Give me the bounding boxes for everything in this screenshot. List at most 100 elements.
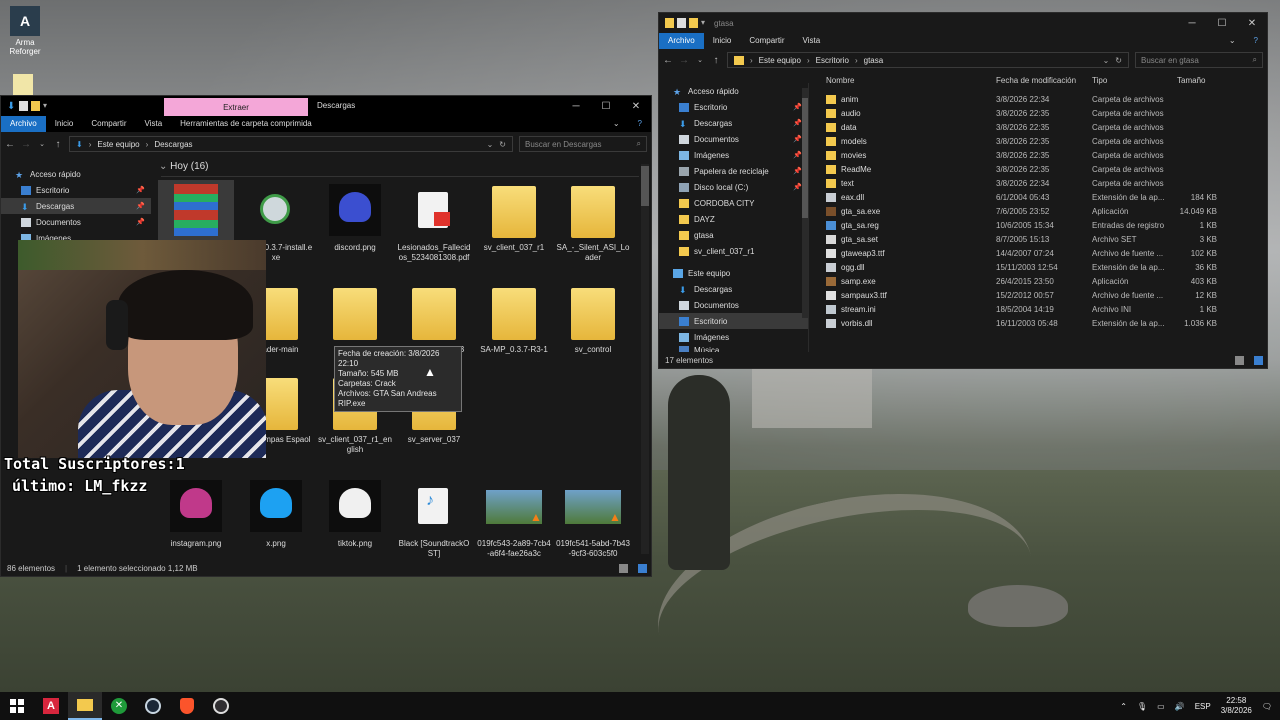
xbox-icon[interactable]: ✕ [102, 692, 136, 720]
download-item[interactable]: GTA SA [317, 282, 393, 355]
nav-pc-imagenes[interactable]: Imágenes [659, 329, 808, 345]
arma-icon[interactable]: A [34, 692, 68, 720]
download-item[interactable]: ♪ Black [SoundtrackOST] [396, 476, 472, 559]
download-item[interactable]: sv_client_037_r1 [476, 180, 552, 253]
nav-documentos[interactable]: Documentos 📌 [659, 131, 808, 147]
nav-descargas[interactable]: ⬇ Descargas 📌 [1, 198, 151, 214]
download-item[interactable]: SA-MP_0.3.7-R3-1 [476, 282, 552, 355]
file-row[interactable]: sampaux3.ttf 15/2/2012 00:57 Archivo de fu… [820, 288, 1220, 302]
up-arrow-icon[interactable]: ↑ [711, 55, 721, 66]
large-icons-view-icon[interactable] [638, 563, 647, 573]
nav-sv-client[interactable]: sv_client_037_r1 [659, 243, 808, 259]
search-input[interactable]: Buscar en gtasa ⌕ [1135, 52, 1263, 68]
clock[interactable]: 22:58 3/8/2026 [1221, 696, 1252, 716]
new-folder-icon[interactable] [689, 18, 698, 28]
chevron-up-icon[interactable]: ⌃ [1120, 702, 1127, 711]
recent-dropdown-icon[interactable]: ⌄ [695, 56, 705, 64]
breadcrumb-gtasa[interactable]: gtasa [864, 56, 884, 65]
windows-icon[interactable] [0, 692, 34, 720]
tab-compartir[interactable]: Compartir [740, 33, 793, 49]
nav-pc-documentos[interactable]: Documentos [659, 297, 808, 313]
file-row[interactable]: ReadMe 3/8/2026 22:35 Carpeta de archivos [820, 162, 1220, 176]
properties-icon[interactable] [19, 101, 28, 111]
nav-gtasa[interactable]: gtasa [659, 227, 808, 243]
customize-icon[interactable]: ▾ [43, 101, 49, 111]
file-row[interactable]: text 3/8/2026 22:34 Carpeta de archivos [820, 176, 1220, 190]
tab-inicio[interactable]: Inicio [704, 33, 741, 49]
breadcrumb-escritorio[interactable]: Escritorio [816, 56, 849, 65]
nav-disco-local[interactable]: Disco local (C:) 📌 [659, 179, 808, 195]
file-row[interactable]: models 3/8/2026 22:35 Carpeta de archivos [820, 134, 1220, 148]
minimize-button[interactable]: ─ [1177, 13, 1207, 33]
download-item[interactable]: ▲ 019fc543-2a89-7cb4-a6f4-fae26a3c [476, 476, 552, 559]
nav-documentos[interactable]: Documentos 📌 [1, 214, 151, 230]
recent-dropdown-icon[interactable]: ⌄ [37, 140, 47, 148]
nav-pc-descargas[interactable]: ⬇ Descargas [659, 281, 808, 297]
download-item[interactable]: discord.png [317, 180, 393, 253]
customize-icon[interactable]: ▾ [701, 18, 707, 28]
tab-inicio[interactable]: Inicio [46, 116, 83, 132]
download-item[interactable]: Lesionados_Fallecidos_5234081308.pdf [396, 180, 472, 263]
tab-compartir[interactable]: Compartir [82, 116, 135, 132]
download-item[interactable]: x.png [238, 476, 314, 549]
group-header[interactable]: ⌄ Hoy (16) [159, 161, 209, 172]
nav-scrollbar[interactable] [802, 88, 808, 318]
steam-icon[interactable] [136, 692, 170, 720]
nav-cordoba-city[interactable]: CORDOBA CITY [659, 195, 808, 211]
volume-icon[interactable]: 🔊 [1175, 702, 1185, 711]
back-arrow-icon[interactable]: ← [5, 139, 15, 150]
microphone-icon[interactable]: 🎙 [1137, 702, 1147, 711]
refresh-icon[interactable]: ↻ [1115, 56, 1122, 65]
ribbon-expand-icon[interactable]: ⌄ [1220, 33, 1245, 49]
nav-escritorio[interactable]: Escritorio 📌 [1, 182, 151, 198]
nav-papelera[interactable]: Papelera de reciclaje 📌 [659, 163, 808, 179]
obs-icon[interactable] [204, 692, 238, 720]
download-item[interactable] [158, 180, 234, 243]
breadcrumb-este-equipo[interactable]: Este equipo [759, 56, 801, 65]
nav-este-equipo[interactable]: Este equipo [659, 265, 808, 281]
nav-imagenes[interactable]: Imágenes 📌 [659, 147, 808, 163]
file-row[interactable]: gta_sa.set 8/7/2005 15:13 Archivo SET 3 KB [820, 232, 1220, 246]
nav-dayz[interactable]: DAYZ [659, 211, 808, 227]
large-icons-view-icon[interactable] [1254, 355, 1263, 365]
file-row[interactable]: gta_sa.reg 10/6/2005 15:34 Entradas de reg… [820, 218, 1220, 232]
nav-pc-escritorio[interactable]: Escritorio [659, 313, 808, 329]
scrollbar-thumb[interactable] [641, 166, 649, 206]
file-row[interactable]: eax.dll 6/1/2004 05:43 Extensión de la ap.… [820, 190, 1220, 204]
download-item[interactable]: sv_control [555, 282, 631, 355]
download-item[interactable]: instagram.png [158, 476, 234, 549]
search-input[interactable]: Buscar en Descargas ⌕ [519, 136, 647, 152]
download-item[interactable]: ▲ 019fc541-5abd-7b43-9cf3-603c5f0 [555, 476, 631, 559]
file-row[interactable]: gta_sa.exe 7/6/2005 23:52 Aplicación 14.049… [820, 204, 1220, 218]
nav-acceso-rapido[interactable]: ★ Acceso rápido [1, 166, 151, 182]
column-tamano[interactable]: Tamaño [1177, 76, 1217, 85]
help-icon[interactable]: ? [1245, 33, 1267, 49]
minimize-button[interactable]: ─ [561, 96, 591, 116]
network-icon[interactable]: ▭ [1157, 702, 1165, 711]
new-folder-icon[interactable] [31, 101, 40, 111]
contextual-tab-extraer[interactable]: Extraer [164, 98, 308, 116]
maximize-button[interactable]: ☐ [1207, 13, 1237, 33]
refresh-icon[interactable]: ↻ [499, 140, 506, 149]
tab-herramientas[interactable]: Herramientas de carpeta comprimida [171, 116, 321, 132]
file-explorer-icon[interactable] [68, 692, 102, 720]
address-bar[interactable]: › Este equipo › Escritorio › gtasa ⌄ ↻ [727, 52, 1129, 68]
file-row[interactable]: anim 3/8/2026 22:34 Carpeta de archivos [820, 92, 1220, 106]
close-button[interactable]: ✕ [621, 96, 651, 116]
file-row[interactable]: samp.exe 26/4/2015 23:50 Aplicación 403 KB [820, 274, 1220, 288]
file-row[interactable]: movies 3/8/2026 22:35 Carpeta de archivos [820, 148, 1220, 162]
nav-descargas[interactable]: ⬇ Descargas 📌 [659, 115, 808, 131]
download-item[interactable]: SA_-_Silent_ASI_Loader [555, 180, 631, 263]
file-row[interactable]: data 3/8/2026 22:35 Carpeta de archivos [820, 120, 1220, 134]
nav-escritorio[interactable]: Escritorio 📌 [659, 99, 808, 115]
address-dropdown-icon[interactable]: ⌄ [487, 140, 494, 149]
file-row[interactable]: stream.ini 18/5/2004 14:19 Archivo INI 1 KB [820, 302, 1220, 316]
notifications-icon[interactable]: 🗨 [1262, 702, 1272, 711]
file-row[interactable]: audio 3/8/2026 22:35 Carpeta de archivos [820, 106, 1220, 120]
details-view-icon[interactable] [1235, 355, 1244, 365]
column-fecha[interactable]: Fecha de modificación [996, 76, 1092, 85]
file-row[interactable]: ogg.dll 15/11/2003 12:54 Extensión de la a… [820, 260, 1220, 274]
close-button[interactable]: ✕ [1237, 13, 1267, 33]
language-indicator[interactable]: ESP [1195, 702, 1211, 711]
breadcrumb-este-equipo[interactable]: Este equipo [97, 140, 139, 149]
